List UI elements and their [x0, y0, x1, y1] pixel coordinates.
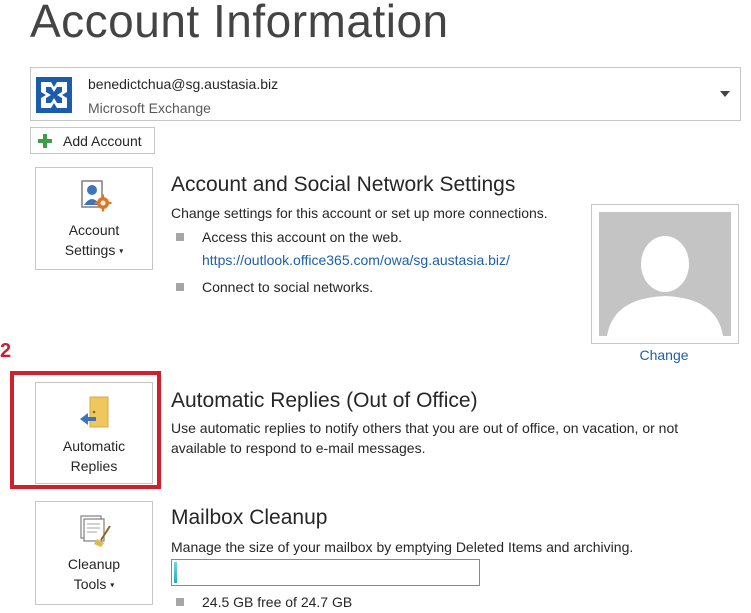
exchange-icon: [36, 77, 72, 113]
automatic-replies-button[interactable]: Automatic Replies: [35, 382, 153, 484]
account-selector-dropdown[interactable]: benedictchua@sg.austasia.biz Microsoft E…: [30, 67, 741, 121]
mailbox-cleanup-description: Manage the size of your mailbox by empty…: [171, 539, 634, 555]
page-title: Account Information: [30, 0, 449, 47]
bullet-icon: [176, 598, 184, 606]
bullet-icon: [176, 233, 184, 241]
account-settings-title: Account and Social Network Settings: [171, 173, 516, 196]
cleanup-tools-button[interactable]: Cleanup Tools ▾: [35, 501, 153, 605]
account-settings-label-line2: Settings: [64, 242, 116, 258]
cleanup-broom-icon: [80, 515, 111, 547]
plus-icon: [38, 134, 52, 148]
chevron-down-icon[interactable]: [720, 91, 730, 97]
bullet-icon: [176, 283, 184, 291]
account-settings-icon: [81, 180, 112, 212]
cleanup-tools-label-line2: Tools: [73, 576, 107, 592]
account-settings-label-line1: Account: [68, 222, 120, 238]
automatic-replies-label-line2: Replies: [70, 458, 118, 474]
add-account-button[interactable]: Add Account: [30, 127, 155, 154]
profile-silhouette-icon: [607, 236, 723, 336]
add-account-label: Add Account: [63, 133, 142, 149]
mailbox-storage-fill: [174, 562, 177, 583]
account-type: Microsoft Exchange: [88, 100, 211, 116]
account-settings-description: Change settings for this account or set …: [171, 205, 548, 221]
owa-web-link[interactable]: https://outlook.office365.com/owa/sg.aus…: [202, 252, 510, 268]
account-email: benedictchua@sg.austasia.biz: [88, 76, 279, 92]
cleanup-tools-label-line1: Cleanup: [67, 556, 121, 572]
web-access-text: Access this account on the web.: [202, 229, 402, 245]
automatic-replies-description-line2: available to respond to e-mail messages.: [171, 440, 426, 456]
mailbox-storage-text: 24.5 GB free of 24.7 GB: [202, 594, 353, 610]
social-networks-text: Connect to social networks.: [202, 279, 374, 295]
chevron-down-icon: ▾: [119, 246, 124, 256]
mailbox-storage-bar: [171, 559, 480, 586]
step-annotation-number: 2: [0, 340, 12, 362]
door-arrow-icon: [80, 396, 109, 428]
change-photo-link[interactable]: Change: [591, 347, 737, 363]
profile-photo[interactable]: [591, 204, 739, 344]
automatic-replies-label-line1: Automatic: [62, 438, 126, 454]
mailbox-cleanup-title: Mailbox Cleanup: [171, 506, 328, 529]
automatic-replies-description-line1: Use automatic replies to notify others t…: [171, 420, 679, 436]
automatic-replies-title: Automatic Replies (Out of Office): [171, 389, 478, 412]
chevron-down-icon: ▾: [110, 580, 115, 590]
account-settings-button[interactable]: Account Settings ▾: [35, 167, 153, 270]
